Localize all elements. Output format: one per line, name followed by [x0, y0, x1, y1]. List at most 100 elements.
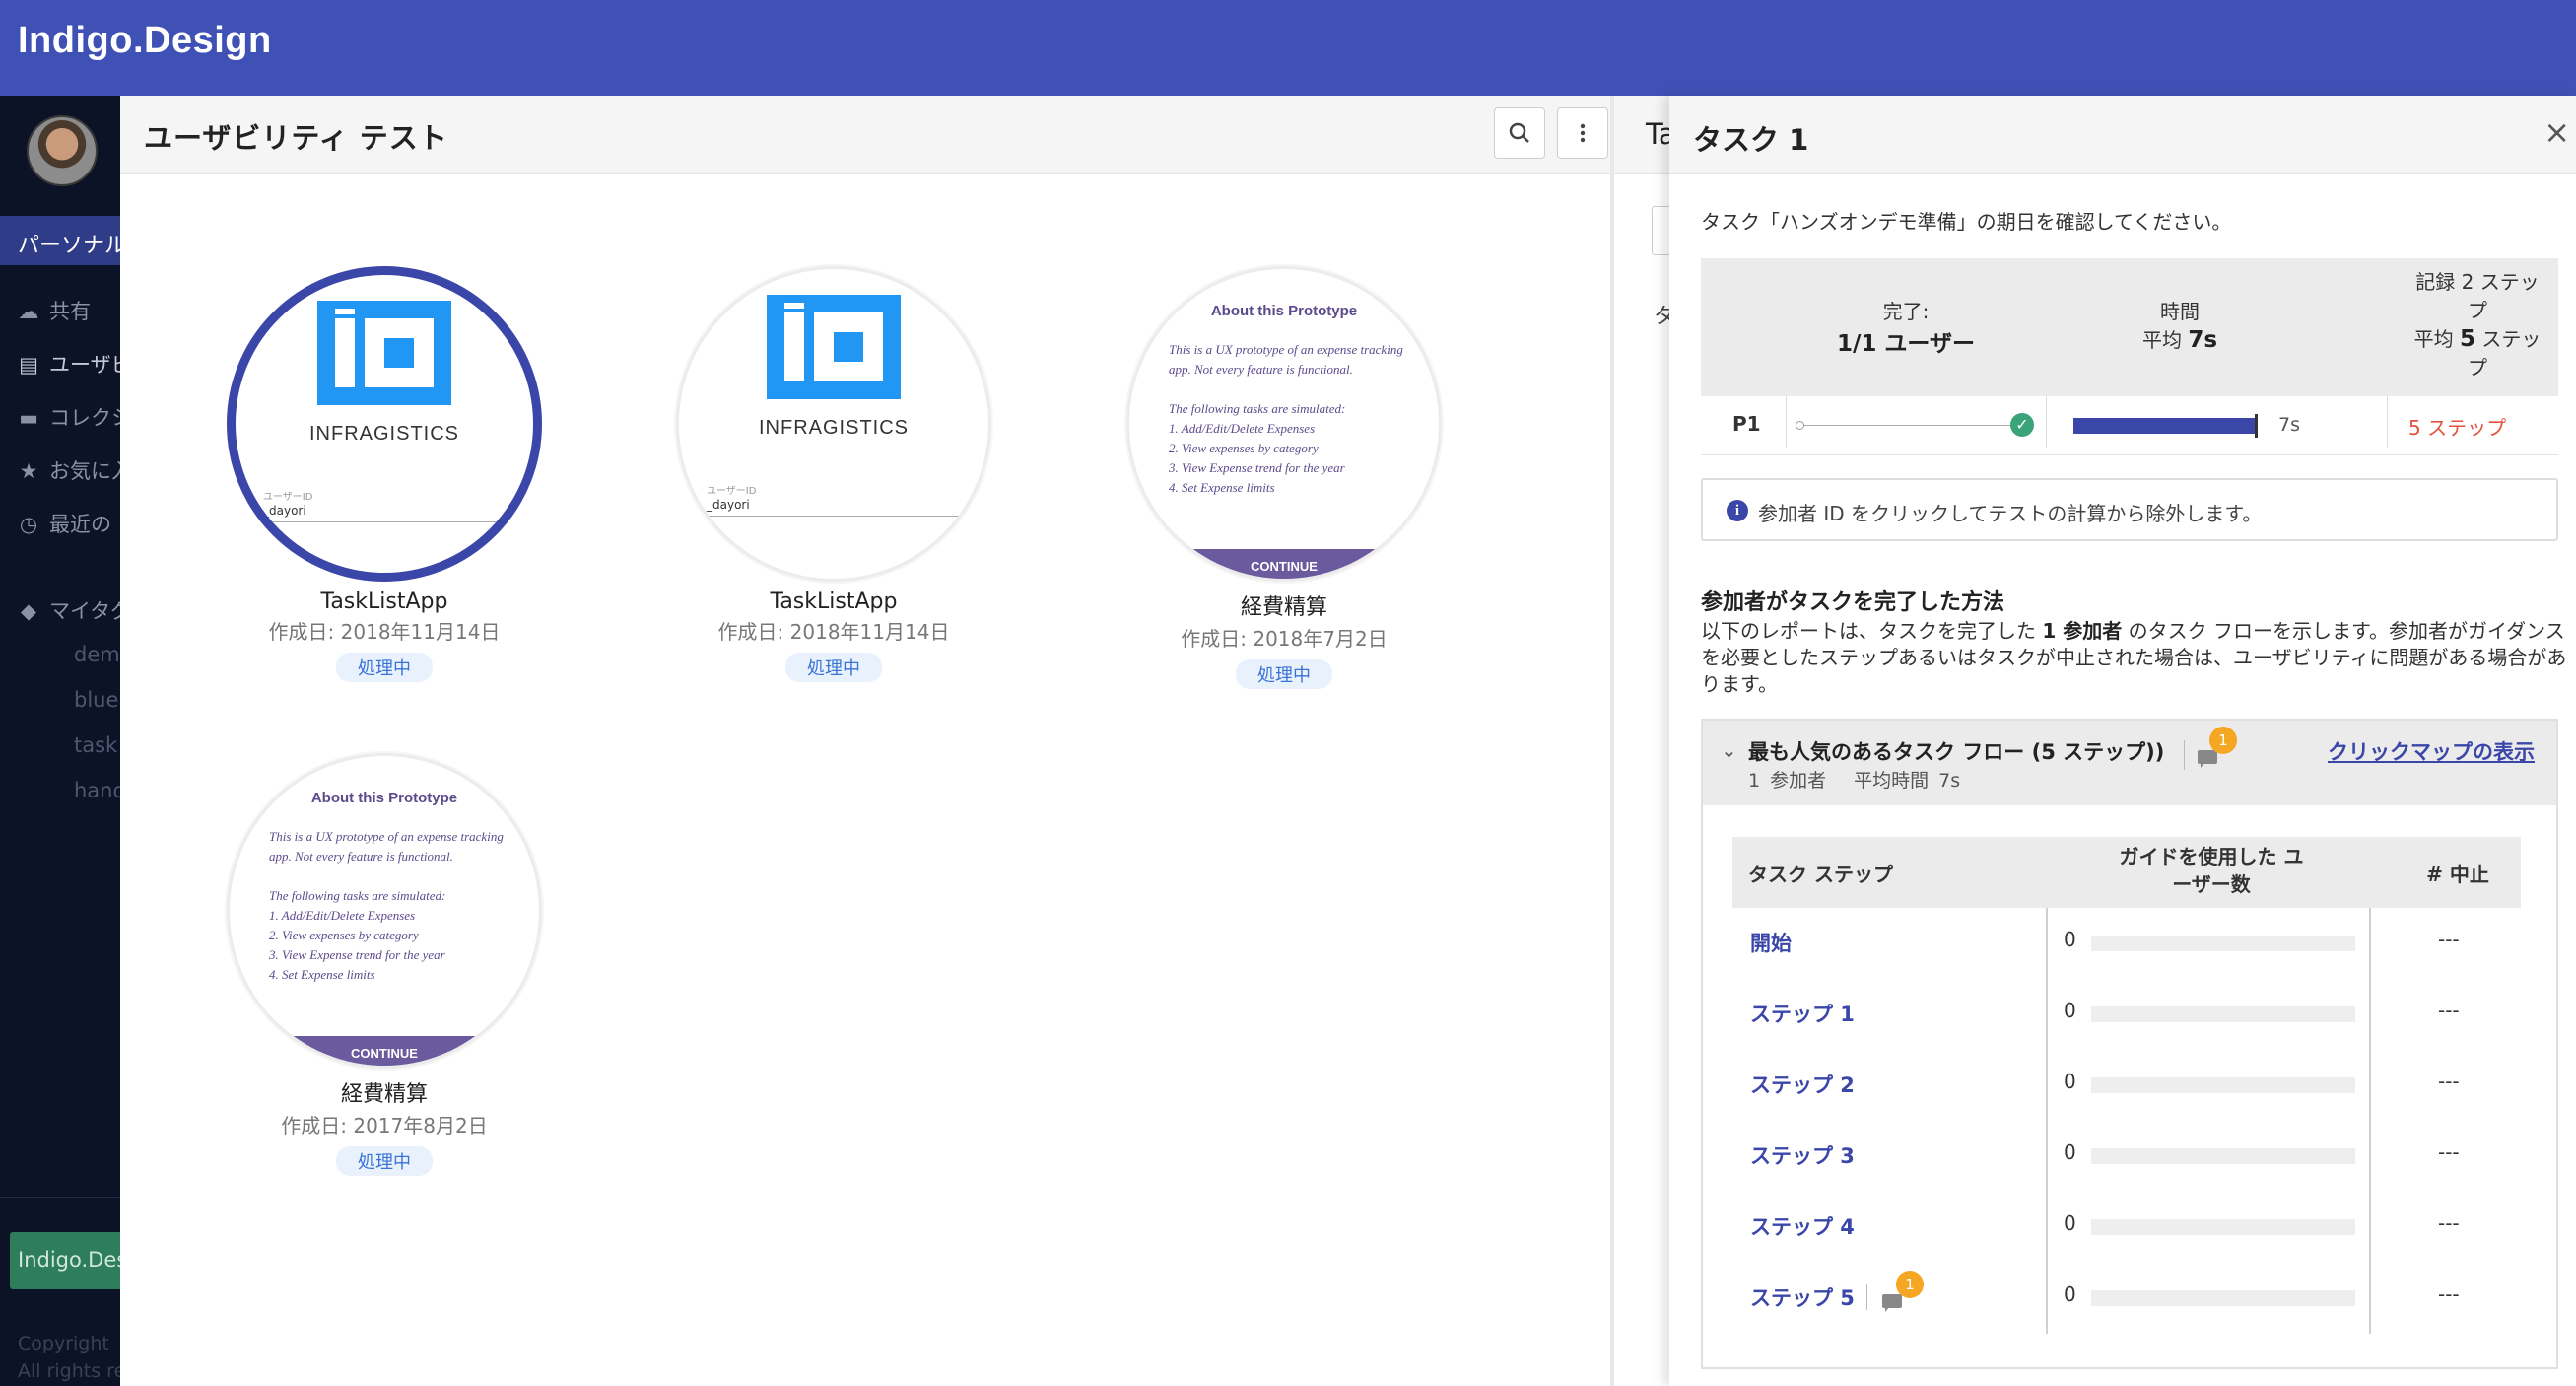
section-description: 以下のレポートは、タスクを完了した 1 参加者 のタスク フローを示します。参加… [1701, 619, 2567, 696]
test-card[interactable]: About this Prototype This is a UX protot… [1121, 266, 1447, 689]
sidebar-tags-header[interactable]: ◆ マイタグ [18, 595, 120, 625]
usability-tests-panel: ユーザビリティ テスト INFRAGISTICS ユーザーID _dayori … [120, 96, 1614, 1386]
sidebar-item-label: ユーザビリティ [49, 353, 120, 377]
prototype-title: About this Prototype [310, 790, 458, 806]
step-link[interactable]: 開始 [1750, 928, 1792, 957]
chevron-down-icon[interactable]: ⌄ [1721, 738, 1737, 762]
step-link[interactable]: ステップ 1 [1750, 999, 1855, 1028]
prototype-description: This is a UX prototype of an expense tra… [1169, 342, 1403, 495]
info-text: 参加者 ID をクリックしてテストの計算から除外します。 [1758, 502, 2263, 525]
guided-count: 0 [2064, 1282, 2076, 1306]
clock-icon: ◷ [19, 513, 38, 536]
column-header-guided: ガイドを使用した ユーザー数 [2119, 845, 2304, 896]
close-icon[interactable]: × [2543, 113, 2570, 151]
sidebar-item-favorites[interactable]: ★ お気に入り [18, 455, 120, 485]
sidebar-item-recent[interactable]: ◷ 最近の [18, 509, 111, 538]
test-card[interactable]: About this Prototype This is a UX protot… [222, 753, 547, 1176]
login-value: _dayori [707, 498, 750, 512]
test-thumbnail[interactable]: About this Prototype This is a UX protot… [227, 753, 542, 1069]
sidebar-divider [0, 1197, 120, 1198]
test-name[interactable]: TaskListApp [222, 589, 547, 614]
task-title: タスク 1 [1693, 123, 1809, 157]
guided-count: 0 [2064, 1070, 2076, 1093]
login-label: ユーザーID [263, 492, 313, 503]
avatar[interactable] [27, 115, 98, 186]
abort-count: --- [2438, 928, 2460, 951]
guided-count: 0 [2064, 1212, 2076, 1235]
login-label: ユーザーID [707, 486, 757, 497]
abort-count: --- [2438, 1282, 2460, 1306]
sidebar-item-shared[interactable]: ☁ 共有 [18, 296, 92, 325]
guided-count: 0 [2064, 928, 2076, 951]
table-row: ステップ 1 0 --- [1732, 979, 2521, 1050]
login-underline [263, 521, 519, 522]
panel-title: Ta [1646, 117, 1669, 151]
sidebar-item-collections[interactable]: ▬ コレクション [18, 402, 120, 432]
column-separator [2387, 396, 2388, 448]
task-list-panel: Ta タ [1614, 96, 1669, 1386]
time-bar-end [2255, 414, 2258, 438]
test-thumbnail[interactable]: INFRAGISTICS ユーザーID _dayori [227, 266, 542, 582]
status-badge: 処理中 [336, 653, 433, 682]
sidebar-tag-item[interactable]: hands [74, 779, 120, 802]
flow-start-dot [1796, 421, 1804, 430]
section-title: 参加者がタスクを完了した方法 [1701, 590, 2005, 615]
prototype-description: This is a UX prototype of an expense tra… [269, 829, 504, 982]
time-bar [2073, 418, 2255, 434]
usability-icon: ▤ [19, 353, 38, 377]
continue-button: CONTINUE [230, 1036, 539, 1066]
table-row: 開始 0 --- [1732, 908, 2521, 979]
top-bar: Indigo.Design [0, 0, 2576, 96]
guided-bar [2091, 1006, 2355, 1022]
test-card[interactable]: INFRAGISTICS ユーザーID _dayori TaskListApp … [222, 266, 547, 682]
table-row: ステップ 2 0 --- [1732, 1050, 2521, 1121]
indigo-design-button[interactable]: Indigo.Design [10, 1232, 120, 1289]
test-name[interactable]: TaskListApp [671, 589, 996, 614]
dropdown[interactable] [1652, 206, 1669, 255]
test-name[interactable]: 経費精算 [222, 1076, 547, 1108]
completion-stat: 完了: 1/1 ユーザー [1837, 300, 1975, 357]
task-flow-meta: 1 参加者 平均時間 7s [1748, 770, 1961, 792]
page-title: ユーザビリティ テスト [144, 121, 448, 155]
sidebar-tag-item[interactable]: blue [74, 688, 118, 712]
search-icon [1509, 122, 1529, 143]
column-separator [1786, 396, 1787, 448]
status-badge: 処理中 [336, 1146, 433, 1176]
test-thumbnail[interactable]: About this Prototype This is a UX protot… [1126, 266, 1442, 582]
table-row: ステップ 5 1 0 --- [1732, 1263, 2521, 1334]
folder-icon: ▬ [19, 406, 38, 430]
participant-id[interactable]: P1 [1732, 412, 1761, 436]
more-vert-icon [1580, 123, 1586, 143]
flow-line [1799, 425, 2016, 426]
more-options-button[interactable] [1557, 107, 1608, 159]
sidebar-tag-item[interactable]: task [74, 733, 117, 757]
info-message: i 参加者 ID をクリックしてテストの計算から除外します。 [1701, 478, 2558, 541]
step-link[interactable]: ステップ 2 [1750, 1070, 1855, 1099]
step-link[interactable]: ステップ 3 [1750, 1141, 1855, 1170]
sidebar-item-usability[interactable]: ▤ ユーザビリティ [18, 349, 120, 379]
panel-header: ユーザビリティ テスト [120, 96, 1614, 174]
column-separator [2046, 396, 2047, 448]
separator [1866, 1284, 1867, 1310]
sidebar-section-personal[interactable]: パーソナル [0, 216, 120, 265]
column-header-step: タスク ステップ [1748, 863, 1893, 886]
test-thumbnail[interactable]: INFRAGISTICS ユーザーID _dayori [676, 266, 991, 582]
clickmap-link[interactable]: クリックマップの表示 [2328, 736, 2535, 766]
login-underline [707, 516, 963, 517]
sidebar-tag-item[interactable]: demo [74, 643, 120, 666]
guided-count: 0 [2064, 1141, 2076, 1164]
step-link[interactable]: ステップ 4 [1750, 1212, 1855, 1241]
steps-count[interactable]: 5 ステップ [2408, 412, 2506, 441]
step-link[interactable]: ステップ 5 [1750, 1282, 1855, 1312]
test-name[interactable]: 経費精算 [1121, 589, 1447, 621]
tag-icon: ◆ [20, 599, 37, 623]
participant-row: P1 ✓ 7s 5 ステップ [1701, 396, 2558, 455]
brand-logo[interactable]: Indigo.Design [18, 20, 272, 62]
star-icon: ★ [19, 459, 38, 483]
test-card[interactable]: INFRAGISTICS ユーザーID _dayori TaskListApp … [671, 266, 996, 682]
search-button[interactable] [1494, 107, 1545, 159]
time-stat: 時間 平均 7s [2141, 300, 2218, 353]
task-stats: 完了: 1/1 ユーザー 時間 平均 7s 記録 2 ステップ 平均 5 ステッ… [1701, 258, 2558, 495]
test-date: 作成日: 2017年8月2日 [281, 1114, 488, 1138]
task-flow-header[interactable]: ⌄ 最も人気のあるタスク フロー (5 ステップ)) 1 参加者 平均時間 7s … [1703, 721, 2556, 805]
